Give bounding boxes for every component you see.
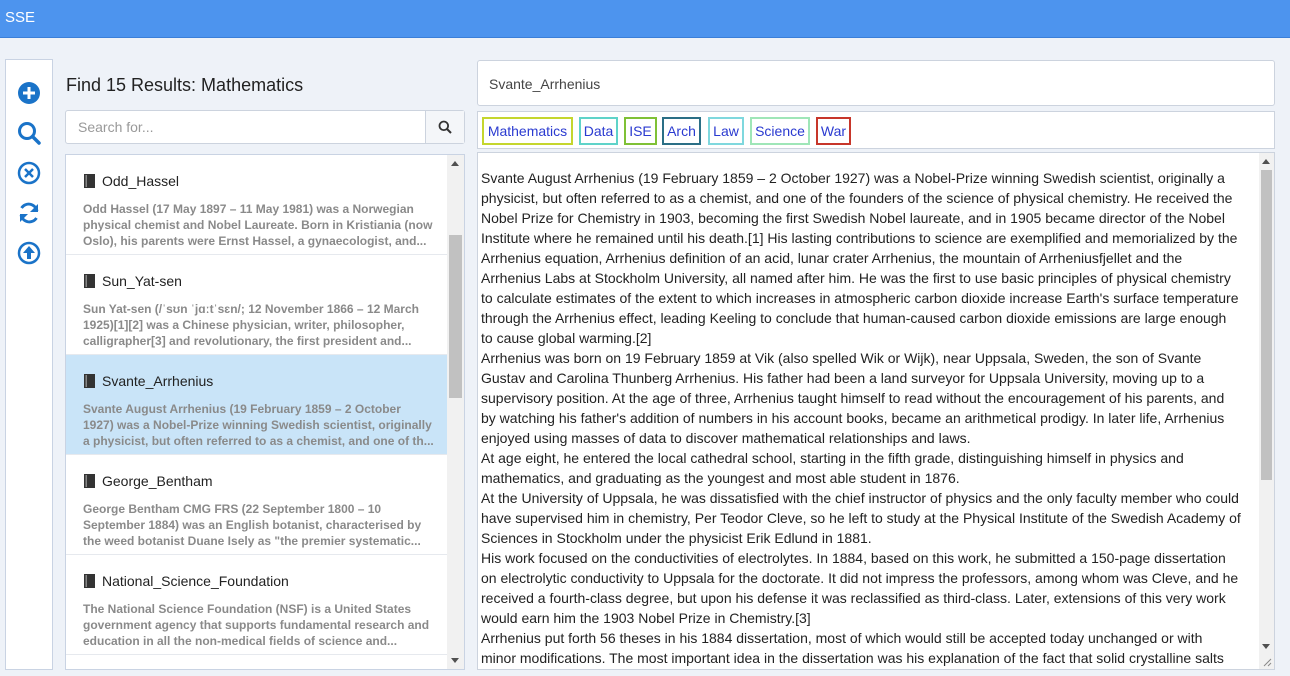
document-line: Institute where he remained until his de…	[481, 230, 1238, 246]
document-line: At age eight, he entered the local cathe…	[481, 450, 1184, 466]
results-header: Find 15 Results: Mathematics	[66, 75, 304, 95]
scroll-up-arrow-icon[interactable]	[451, 161, 459, 166]
document-line: enjoyed using masses of data to discover…	[481, 430, 971, 446]
document-line: have supervised him in chemistry, Per Te…	[481, 510, 1241, 526]
search-icon	[438, 120, 452, 134]
list-item[interactable]: Sun_Yat-sen Sun Yat-sen (/ˈsʊn ˈjɑːtˈsɛn…	[66, 255, 448, 355]
search-bar	[65, 110, 465, 144]
document-line: Gustav and Carolina Thunberg Arrhenius. …	[481, 370, 1205, 386]
document-line: His work focused on the conductivities o…	[481, 550, 1226, 566]
scrollbar-thumb[interactable]	[449, 235, 462, 398]
document-line: received a fourth-class degree, but upon…	[481, 590, 1226, 606]
tags-bar: Mathematics Data ISE Arch Law Science Wa…	[477, 111, 1275, 149]
book-icon	[84, 374, 95, 388]
document-line: Arrhenius was born on 19 February 1859 a…	[481, 350, 1202, 366]
document-line: Arrhenius put forth 56 theses in his 188…	[481, 630, 1203, 646]
document-line: would earn him the 1903 Nobel Prize in C…	[481, 610, 811, 626]
tag-law[interactable]: Law	[708, 117, 744, 145]
tag-science[interactable]: Science	[750, 117, 810, 145]
document-line: minor modifications. The most important …	[481, 650, 1224, 666]
content-scrollbar[interactable]	[1259, 153, 1274, 669]
document-content[interactable]: Svante August Arrhenius (19 February 185…	[477, 152, 1275, 670]
result-snippet: George Bentham CMG FRS (22 September 180…	[83, 502, 422, 548]
scroll-down-arrow-icon[interactable]	[451, 658, 459, 663]
search-button[interactable]	[425, 111, 464, 143]
tag-data[interactable]: Data	[579, 117, 618, 145]
scroll-down-arrow-icon[interactable]	[1262, 644, 1270, 649]
document-title: Svante_Arrhenius	[489, 76, 601, 92]
scrollbar-thumb[interactable]	[1261, 170, 1272, 480]
document-line: Sciences in Stockholm under the physicis…	[481, 530, 872, 546]
document-line: through the Arrhenius effect, leading Ke…	[481, 310, 1227, 326]
document-text: Svante August Arrhenius (19 February 185…	[481, 168, 1257, 668]
document-line: physicist, but often referred to as a ch…	[481, 190, 1233, 206]
book-icon	[84, 474, 95, 488]
refresh-icon[interactable]	[16, 200, 42, 226]
add-icon[interactable]	[16, 80, 42, 106]
tag-arch[interactable]: Arch	[662, 117, 701, 145]
document-line: Svante August Arrhenius (19 February 185…	[481, 170, 1225, 186]
document-line: Nobel Prize for Chemistry in 1903, becom…	[481, 210, 1225, 226]
result-title: National_Science_Foundation	[102, 573, 289, 589]
tag-mathematics[interactable]: Mathematics	[482, 117, 573, 145]
document-line: on electrolytic conductivity to Uppsala …	[481, 570, 1239, 586]
top-bar: SSE	[0, 0, 1290, 38]
list-item[interactable]: National_Science_Foundation The National…	[66, 555, 448, 655]
book-icon	[84, 274, 95, 288]
search-input[interactable]	[66, 111, 427, 143]
close-circle-icon[interactable]	[16, 160, 42, 186]
scroll-up-arrow-icon[interactable]	[1262, 159, 1270, 164]
book-icon	[84, 574, 95, 588]
result-title: George_Bentham	[102, 473, 213, 489]
result-snippet: Sun Yat-sen (/ˈsʊn ˈjɑːtˈsɛn/; 12 Novemb…	[83, 302, 419, 348]
document-line: to calculate estimates of the extent to …	[481, 290, 1239, 306]
document-title-field: Svante_Arrhenius	[477, 60, 1275, 106]
document-line: Arrhenius Labs at Stockholm University, …	[481, 270, 1231, 286]
resize-grip-icon[interactable]	[1263, 658, 1272, 667]
tag-ise[interactable]: ISE	[624, 117, 657, 145]
tag-war[interactable]: War	[816, 117, 851, 145]
upload-icon[interactable]	[16, 240, 42, 266]
results-list[interactable]: Odd_Hassel Odd Hassel (17 May 1897 – 11 …	[65, 154, 465, 670]
list-item[interactable]: Odd_Hassel Odd Hassel (17 May 1897 – 11 …	[66, 155, 448, 255]
result-title: Sun_Yat-sen	[102, 273, 182, 289]
document-line: to cause global warming.[2]	[481, 330, 652, 346]
result-snippet: Svante August Arrhenius (19 February 185…	[83, 402, 434, 448]
list-item[interactable]: George_Bentham George Bentham CMG FRS (2…	[66, 455, 448, 555]
app-title: SSE	[5, 9, 36, 26]
results-scrollbar[interactable]	[447, 155, 464, 669]
document-line: At the University of Uppsala, he was dis…	[481, 490, 1239, 506]
book-icon	[84, 174, 95, 188]
document-line: Arrhenius equation, Arrhenius definition…	[481, 250, 1183, 266]
result-snippet: Odd Hassel (17 May 1897 – 11 May 1981) w…	[83, 202, 433, 248]
list-item-selected[interactable]: Svante_Arrhenius Svante August Arrhenius…	[66, 355, 448, 455]
search-icon[interactable]	[16, 120, 42, 146]
result-title: Svante_Arrhenius	[102, 373, 214, 389]
side-toolbar	[5, 59, 53, 670]
document-line: mathematics, and graduating as the young…	[481, 470, 960, 486]
document-line: by watching his father's addition of num…	[481, 410, 1225, 426]
document-line: supervisory position. At the age of thre…	[481, 390, 1225, 406]
result-snippet: The National Science Foundation (NSF) is…	[83, 602, 430, 648]
result-title: Odd_Hassel	[102, 173, 180, 189]
